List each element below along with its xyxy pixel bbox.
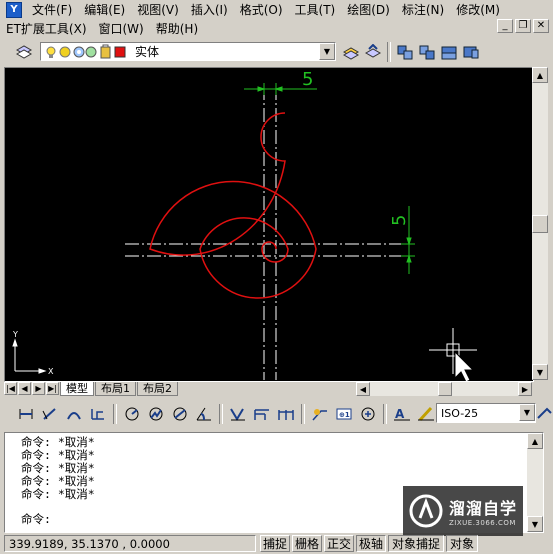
menu-bar-row2: ET扩展工具(X) 窗口(W) 帮助(H) [0,19,553,37]
scroll-up-icon[interactable]: ▲ [532,67,548,83]
command-history-line: 命令: *取消* [21,487,95,501]
dimedit-icon[interactable]: A [392,404,412,424]
watermark: 溜溜自学 ZIXUE.3066.COM [403,486,523,536]
scroll-down-icon[interactable]: ▼ [532,364,548,380]
menu-dimension[interactable]: 标注(N) [396,1,450,18]
menu-window[interactable]: 窗口(W) [93,20,150,37]
continue-dim-icon[interactable] [276,404,296,424]
properties-icon-4[interactable] [461,42,481,62]
scroll-right-icon[interactable]: ▶ [518,382,532,396]
leader-icon[interactable] [310,404,330,424]
last-tab-icon[interactable]: ▶| [46,382,59,395]
watermark-url: ZIXUE.3066.COM [449,519,516,527]
baseline-dim-icon[interactable] [252,404,272,424]
center-mark-icon[interactable] [358,404,378,424]
arc-length-icon[interactable] [64,404,84,424]
hscroll-thumb[interactable] [438,382,452,396]
drawing-hscroll[interactable]: ◀ ▶ [356,382,532,396]
linear-dim-icon[interactable] [16,404,36,424]
app-icon[interactable]: Y [6,1,22,18]
layer-state-icons [46,44,126,58]
chevron-down-icon[interactable]: ▼ [319,43,335,60]
watermark-title: 溜溜自学 [449,499,518,518]
layer-color-swatch [114,46,126,57]
status-grid-button[interactable]: 栅格 [292,535,322,552]
angular-dim-icon[interactable] [194,404,214,424]
properties-icon-2[interactable] [417,42,437,62]
coordinate-readout[interactable]: 339.9189, 35.1370 , 0.0000 [4,535,256,552]
dimtedit-icon[interactable] [416,404,436,424]
layer-name: 实体 [135,45,160,59]
menu-help[interactable]: 帮助(H) [150,20,204,37]
spiral-curve [149,112,317,299]
status-ortho-button[interactable]: 正交 [324,535,354,552]
menu-edit[interactable]: 编辑(E) [78,1,131,18]
tab-model[interactable]: 模型 [60,381,94,396]
menu-tools[interactable]: 工具(T) [289,1,342,18]
radius-dim-icon[interactable] [122,404,142,424]
dimension-top-text: 5 [302,69,313,90]
menu-modify[interactable]: 修改(M) [450,1,506,18]
scroll-up-icon[interactable]: ▲ [527,433,543,449]
dimension-right-text: 5 [389,215,410,226]
dimstyle-value: ISO-25 [441,406,479,420]
chevron-down-icon[interactable]: ▼ [519,404,535,421]
diameter-dim-icon[interactable] [170,404,190,424]
ucs-x-label: X [48,367,54,376]
command-prompt[interactable]: 命令: [21,513,51,526]
status-polar-button[interactable]: 极轴 [356,535,386,552]
properties-icon-3[interactable] [439,42,459,62]
menu-bar: Y 文件(F) 编辑(E) 视图(V) 插入(I) 格式(O) 工具(T) 绘图… [0,0,553,19]
first-tab-icon[interactable]: |◀ [4,382,17,395]
status-osnap-button[interactable]: 对象捕捉 [388,535,444,552]
layer-tools [340,42,482,62]
window-controls: _ ❐ ✕ [497,19,549,33]
minimize-icon[interactable]: _ [497,19,513,33]
layer-dropdown[interactable]: 实体 ▼ [40,42,336,61]
status-otrack-button[interactable]: 对象 [446,535,478,552]
close-icon[interactable]: ✕ [533,19,549,33]
properties-icon-1[interactable] [395,42,415,62]
dimstyle-dropdown[interactable]: ISO-25 ▼ [436,403,536,423]
prev-tab-icon[interactable]: ◀ [18,382,31,395]
menu-draw[interactable]: 绘图(D) [341,1,396,18]
tolerance-icon[interactable]: ⊕1 [334,404,354,424]
watermark-logo [409,494,443,528]
jogged-dim-icon[interactable] [146,404,166,424]
scroll-down-icon[interactable]: ▼ [527,516,543,532]
tab-layout2[interactable]: 布局2 [137,381,178,396]
drawing-vscroll[interactable]: ▲ ▼ [532,67,548,380]
menu-insert[interactable]: 插入(I) [185,1,234,18]
menu-view[interactable]: 视图(V) [131,1,185,18]
make-layer-current-icon[interactable] [341,42,361,62]
ucs-icon [12,338,47,374]
center-lines [125,86,413,380]
mouse-pointer-icon [454,350,475,381]
next-tab-icon[interactable]: ▶ [32,382,45,395]
ucs-y-label: Y [12,330,18,339]
drawing-area[interactable]: 5 5 Y X [4,67,534,382]
tab-layout1[interactable]: 布局1 [95,381,136,396]
scroll-left-icon[interactable]: ◀ [356,382,370,396]
status-snap-button[interactable]: 捕捉 [260,535,290,552]
menu-et-tools[interactable]: ET扩展工具(X) [0,20,93,37]
dim-style-manager-icon[interactable] [537,404,553,425]
menu-file[interactable]: 文件(F) [26,1,78,18]
restore-icon[interactable]: ❐ [515,19,531,33]
quick-dim-icon[interactable] [228,404,248,424]
aligned-dim-icon[interactable] [40,404,60,424]
svg-text:⊕1: ⊕1 [339,411,350,419]
vscroll-thumb[interactable] [532,215,548,233]
ordinate-dim-icon[interactable] [88,404,108,424]
layer-previous-icon[interactable] [363,42,383,62]
layer-manager-icon[interactable] [14,42,34,62]
menu-format[interactable]: 格式(O) [234,1,289,18]
svg-text:A: A [395,407,405,421]
drawing-svg: 5 5 Y X [12,69,477,381]
command-vscroll[interactable]: ▲ ▼ [527,433,543,532]
